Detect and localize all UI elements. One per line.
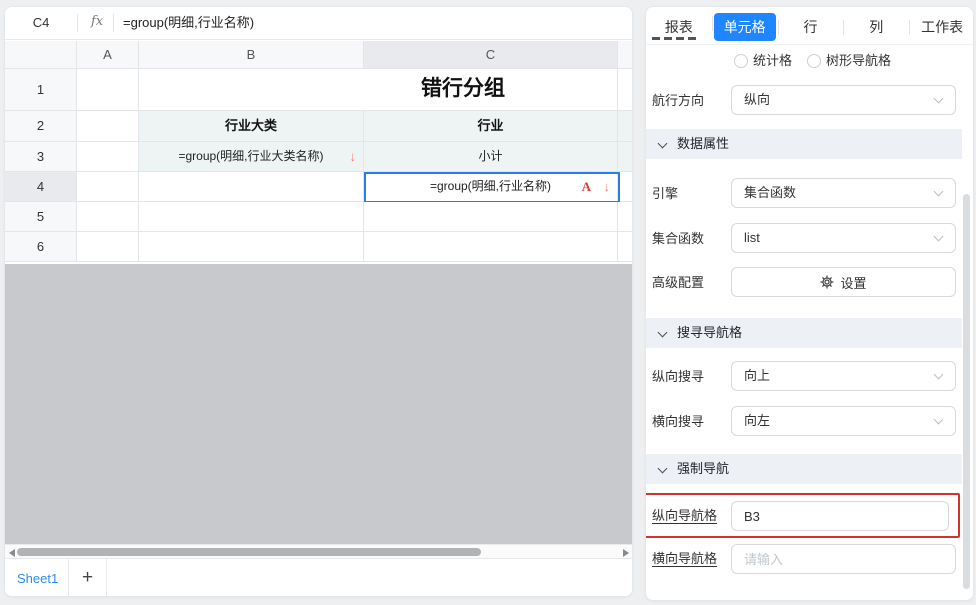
horizontal-scroll-thumb[interactable] <box>17 548 481 556</box>
row-header-4[interactable]: 4 <box>5 172 77 202</box>
column-header-c[interactable]: C <box>364 41 618 69</box>
horizontal-search-label: 横向搜寻 <box>652 414 704 430</box>
cell-d5[interactable] <box>618 202 633 232</box>
chevron-down-icon <box>934 187 944 197</box>
cell-a3[interactable] <box>77 142 139 172</box>
sheet-tab-sheet1[interactable]: Sheet1 <box>5 559 69 597</box>
select-all-corner[interactable] <box>5 41 77 69</box>
cell-d1[interactable] <box>618 69 633 111</box>
row-header-2[interactable]: 2 <box>5 111 77 142</box>
cell-a5[interactable] <box>77 202 139 232</box>
tab-report[interactable]: 报表 <box>646 17 712 37</box>
add-sheet-button[interactable]: + <box>69 559 107 597</box>
formula-input[interactable]: =group(明细,行业名称) <box>123 7 254 39</box>
collapse-chevron-icon <box>658 139 668 149</box>
tab-column[interactable]: 列 <box>843 17 909 37</box>
selection-outline <box>364 172 620 203</box>
row-header-5[interactable]: 5 <box>5 202 77 232</box>
cell-b6[interactable] <box>139 232 364 262</box>
cell-b1-title[interactable]: 错行分组 <box>139 69 618 111</box>
tab-row[interactable]: 行 <box>778 17 844 37</box>
collapse-chevron-icon <box>658 328 668 338</box>
radio-stat-cell[interactable] <box>734 54 748 68</box>
cell-a2[interactable] <box>77 111 139 142</box>
column-header-a[interactable]: A <box>77 41 139 69</box>
cell-c2[interactable]: 行业 <box>364 111 618 142</box>
row-header-6[interactable]: 6 <box>5 232 77 262</box>
properties-panel: 报表 单元格 行 列 工作表 统计格 树形导航格 航行方向 纵向 数据属性 引擎… <box>645 6 974 601</box>
cell-reference[interactable]: C4 <box>5 7 77 39</box>
tab-worksheet[interactable]: 工作表 <box>909 17 974 37</box>
cell-c6[interactable] <box>364 232 618 262</box>
chevron-down-icon <box>934 232 944 242</box>
section-search-nav[interactable]: 搜寻导航格 <box>646 318 962 348</box>
cell-a1[interactable] <box>77 69 139 111</box>
chevron-down-icon <box>934 94 944 104</box>
column-header-b[interactable]: B <box>139 41 364 69</box>
cell-b3-formula: =group(明细,行业大类名称) <box>178 149 323 163</box>
clipped-label-fragment <box>652 37 698 40</box>
engine-select[interactable]: 集合函数 <box>731 178 956 208</box>
cell-c5[interactable] <box>364 202 618 232</box>
divider <box>113 14 114 32</box>
section-forced-nav[interactable]: 强制导航 <box>646 454 962 484</box>
column-header-d-sliver[interactable] <box>618 41 633 69</box>
tab-cell[interactable]: 单元格 <box>712 13 778 41</box>
horizontal-nav-cell-input[interactable] <box>731 544 956 574</box>
nav-direction-select[interactable]: 纵向 <box>731 85 956 115</box>
agg-func-label: 集合函数 <box>652 231 704 247</box>
advanced-config-label: 高级配置 <box>652 275 704 291</box>
engine-label: 引擎 <box>652 186 678 202</box>
expand-down-arrow-icon: ↓ <box>350 142 357 171</box>
cell-d2[interactable] <box>618 111 633 142</box>
radio-stat-cell-label: 统计格 <box>753 53 792 69</box>
vertical-search-label: 纵向搜寻 <box>652 369 704 385</box>
cell-d6[interactable] <box>618 232 633 262</box>
cell-b2[interactable]: 行业大类 <box>139 111 364 142</box>
scroll-left-arrow-icon[interactable] <box>9 549 15 557</box>
vertical-nav-cell-label: 纵向导航格 <box>652 508 717 524</box>
formula-bar: C4 fx =group(明细,行业名称) <box>5 7 633 40</box>
cell-d4[interactable] <box>618 172 633 202</box>
cell-c3[interactable]: 小计 <box>364 142 618 172</box>
cell-b3[interactable]: =group(明细,行业大类名称) ↓ <box>139 142 364 172</box>
active-tab-pill: 单元格 <box>714 13 776 41</box>
vertical-search-select[interactable]: 向上 <box>731 361 956 391</box>
radio-tree-nav-cell[interactable] <box>807 54 821 68</box>
sheet-tab-bar: Sheet1 + <box>5 558 633 597</box>
divider <box>77 14 78 32</box>
radio-tree-nav-cell-label: 树形导航格 <box>826 53 891 69</box>
chevron-down-icon <box>934 370 944 380</box>
row-header-1[interactable]: 1 <box>5 69 77 111</box>
spreadsheet-panel: C4 fx =group(明细,行业名称) A B C 1 错行分组 2 行业大… <box>4 6 633 597</box>
section-data-props[interactable]: 数据属性 <box>646 129 962 159</box>
panel-scroll-thumb[interactable] <box>963 194 970 589</box>
row-header-3[interactable]: 3 <box>5 142 77 172</box>
horizontal-scrollbar[interactable] <box>5 544 633 558</box>
cell-b4[interactable] <box>139 172 364 202</box>
horizontal-nav-cell-label: 横向导航格 <box>652 551 717 567</box>
agg-func-select[interactable]: list <box>731 223 956 253</box>
cell-a6[interactable] <box>77 232 139 262</box>
fx-icon[interactable]: fx <box>91 7 103 39</box>
collapse-chevron-icon <box>658 464 668 474</box>
settings-button[interactable]: 设置 <box>731 267 956 297</box>
gear-icon <box>820 275 834 289</box>
vertical-nav-cell-input[interactable] <box>731 501 949 531</box>
horizontal-search-select[interactable]: 向左 <box>731 406 956 436</box>
cell-b5[interactable] <box>139 202 364 232</box>
chevron-down-icon <box>934 415 944 425</box>
cell-a4[interactable] <box>77 172 139 202</box>
cell-d3[interactable] <box>618 142 633 172</box>
sheet-void-area <box>5 264 633 544</box>
scroll-right-arrow-icon[interactable] <box>623 549 629 557</box>
nav-direction-label: 航行方向 <box>652 93 704 109</box>
